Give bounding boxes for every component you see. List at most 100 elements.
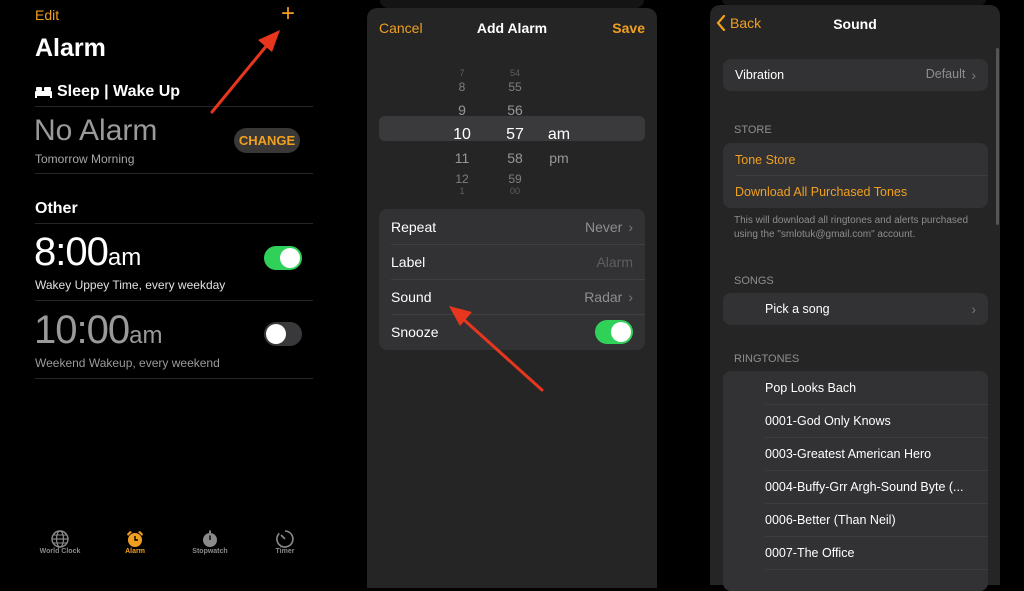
divider xyxy=(35,300,313,301)
ringtones-section-header: RINGTONES xyxy=(734,353,800,365)
divider xyxy=(765,569,988,570)
ringtone-item[interactable]: 0001-God Only Knows xyxy=(723,404,988,437)
picker-value[interactable]: 58 xyxy=(495,150,535,166)
minute-picker[interactable]: 54 55 56 57 58 59 00 xyxy=(495,60,535,196)
alarm-subtitle: Wakey Uppey Time, every weekday xyxy=(35,278,226,292)
picker-value[interactable]: 55 xyxy=(495,80,535,94)
picker-value[interactable]: 59 xyxy=(495,172,535,186)
tab-label: Stopwatch xyxy=(192,548,228,555)
vibration-row[interactable]: Vibration Default › xyxy=(723,59,988,91)
songs-section-header: SONGS xyxy=(734,275,774,287)
picker-value[interactable]: pm xyxy=(539,150,579,166)
tab-bar: World Clock Alarm Stopwatch Timer xyxy=(30,530,315,555)
alarm-clock-icon xyxy=(127,531,143,547)
save-button[interactable]: Save xyxy=(612,20,645,36)
sleep-section-label: Sleep | Wake Up xyxy=(57,83,181,100)
download-all-tones-link[interactable]: Download All Purchased Tones xyxy=(723,175,988,208)
store-section-header: STORE xyxy=(734,124,772,136)
alarm-toggle[interactable] xyxy=(264,322,302,346)
row-label: Label xyxy=(391,253,426,270)
picker-value[interactable]: 11 xyxy=(442,150,482,166)
scrollbar[interactable] xyxy=(996,48,999,225)
alarm-ampm: am xyxy=(107,244,142,271)
repeat-value: Never xyxy=(584,218,623,235)
vibration-value: Default xyxy=(925,67,966,81)
chevron-right-icon: › xyxy=(628,218,633,235)
tab-alarm[interactable]: Alarm xyxy=(105,530,165,555)
alarm-time-value: 8:00 xyxy=(34,230,109,274)
change-button[interactable]: CHANGE xyxy=(234,128,300,153)
chevron-right-icon: › xyxy=(971,301,976,317)
picker-value[interactable]: 1 xyxy=(442,186,482,196)
divider xyxy=(35,173,313,174)
row-label: Pick a song xyxy=(765,302,830,316)
row-label: Snooze xyxy=(391,323,439,340)
add-alarm-sheet: Cancel Add Alarm Save 7 8 9 10 11 12 1 54 55 56 5… xyxy=(367,8,657,588)
sheet-background-edge xyxy=(380,0,644,8)
repeat-row[interactable]: Repeat Never › xyxy=(379,209,645,244)
pick-song-row[interactable]: Pick a song › xyxy=(723,293,988,325)
edit-button[interactable]: Edit xyxy=(35,7,59,23)
picker-value[interactable]: 12 xyxy=(442,172,482,186)
plus-icon[interactable]: + xyxy=(281,2,295,26)
sound-row[interactable]: Sound Radar › xyxy=(379,279,645,314)
label-input[interactable]: Alarm xyxy=(596,254,633,270)
row-label: Vibration xyxy=(735,68,785,82)
timer-icon xyxy=(276,530,294,548)
alarm-options-group: Repeat Never › Label Alarm Sound Radar › S… xyxy=(379,209,645,350)
store-group: Tone Store Download All Purchased Tones xyxy=(723,143,988,208)
tone-store-link[interactable]: Tone Store xyxy=(723,143,988,176)
label-row[interactable]: Label Alarm xyxy=(379,244,645,279)
snooze-toggle[interactable] xyxy=(595,319,633,344)
picker-value[interactable]: 56 xyxy=(495,102,535,118)
alarm-time: 8:00am xyxy=(34,230,141,275)
alarm-ampm: am xyxy=(129,322,163,349)
other-section-header: Other xyxy=(35,200,78,217)
alarm-list-screen: Edit + Alarm Sleep | Wake Up No Alarm To… xyxy=(0,0,340,576)
tab-label: Timer xyxy=(275,548,295,555)
tab-world-clock[interactable]: World Clock xyxy=(30,530,90,555)
ringtone-item[interactable]: 0007-The Office xyxy=(723,536,988,569)
globe-icon xyxy=(51,530,69,548)
picker-value[interactable]: am xyxy=(539,126,579,144)
tab-label: World Clock xyxy=(39,548,81,555)
tab-stopwatch[interactable]: Stopwatch xyxy=(180,530,240,555)
sleep-section-header: Sleep | Wake Up xyxy=(35,83,180,101)
period-picker[interactable]: am pm xyxy=(539,60,579,196)
store-note: This will download all ringtones and ale… xyxy=(734,215,969,240)
snooze-row: Snooze xyxy=(379,314,645,349)
tab-label: Alarm xyxy=(125,548,145,555)
chevron-right-icon: › xyxy=(628,288,633,305)
alarm-time: 10:00am xyxy=(34,308,162,353)
ringtone-item[interactable]: Pop Looks Bach xyxy=(723,371,988,404)
sound-value: Radar xyxy=(584,288,623,305)
picker-value[interactable]: 54 xyxy=(495,68,535,78)
hour-picker[interactable]: 7 8 9 10 11 12 1 xyxy=(442,60,482,196)
chevron-right-icon: › xyxy=(971,67,976,83)
page-title: Alarm xyxy=(35,34,106,62)
row-label: Sound xyxy=(391,288,432,305)
sleep-alarm-time: No Alarm xyxy=(34,114,158,147)
alarm-toggle[interactable] xyxy=(264,246,302,270)
picker-value[interactable]: 57 xyxy=(495,126,535,144)
ringtone-item[interactable]: 0004-Buffy-Grr Argh-Sound Byte (... xyxy=(723,470,988,503)
picker-value[interactable]: 8 xyxy=(442,80,482,94)
picker-value[interactable]: 9 xyxy=(442,102,482,118)
alarm-time-value: 10:00 xyxy=(34,308,130,352)
screen-title: Sound xyxy=(833,16,877,32)
stopwatch-icon xyxy=(203,530,217,547)
row-label: Repeat xyxy=(391,218,437,235)
ringtone-item[interactable]: 0006-Better (Than Neil) xyxy=(723,503,988,536)
divider xyxy=(35,378,313,379)
tab-timer[interactable]: Timer xyxy=(255,530,315,555)
alarm-subtitle: Weekend Wakeup, every weekend xyxy=(35,356,220,370)
divider xyxy=(35,223,313,224)
ringtone-item[interactable]: 0003-Greatest American Hero xyxy=(723,437,988,470)
picker-value[interactable]: 7 xyxy=(442,68,482,78)
divider xyxy=(35,106,313,107)
picker-value[interactable]: 10 xyxy=(442,126,482,144)
sound-screen: Back Sound Vibration Default › STORE Tone… xyxy=(710,5,1000,591)
bed-icon xyxy=(35,87,52,98)
picker-value[interactable]: 00 xyxy=(495,186,535,196)
sleep-alarm-subtitle: Tomorrow Morning xyxy=(35,152,135,166)
